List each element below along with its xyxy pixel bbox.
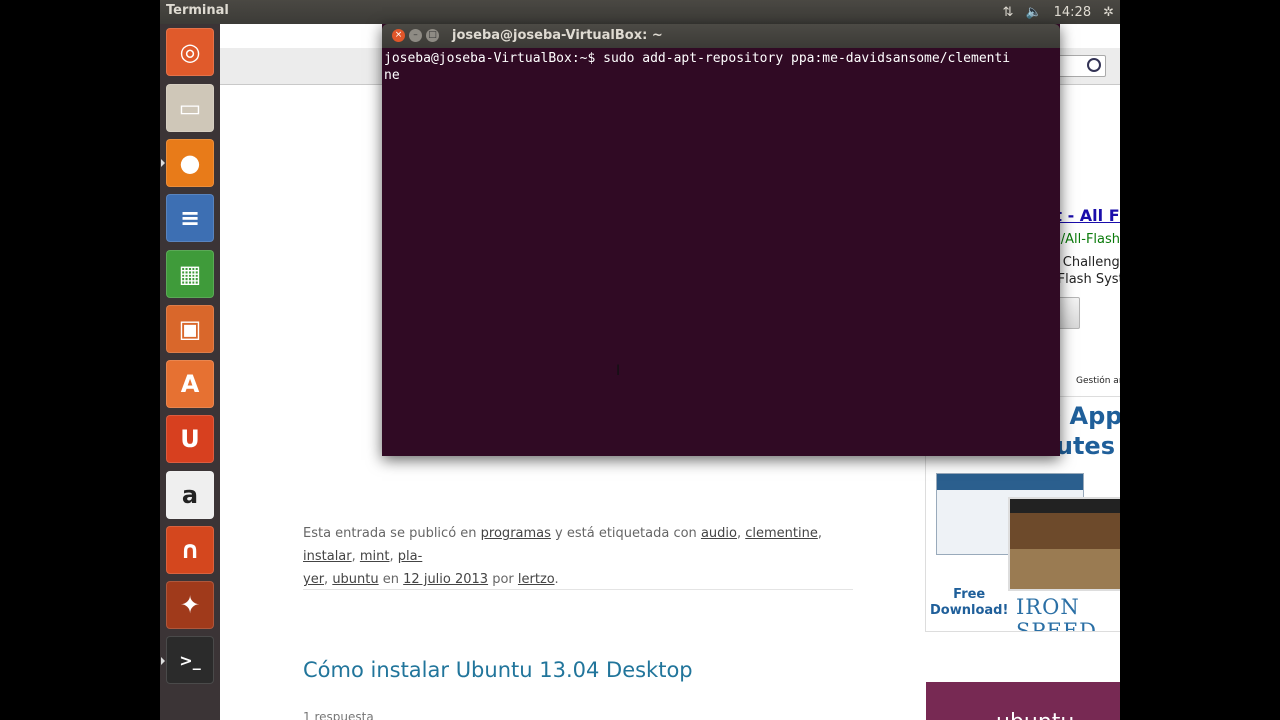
date-link[interactable]: 12 julio 2013 [403,572,488,587]
close-icon[interactable]: × [392,29,405,42]
terminal-titlebar[interactable]: × – □ joseba@joseba-VirtualBox: ~ [382,24,1060,48]
maximize-icon[interactable]: □ [426,29,439,42]
firefox-icon[interactable]: ● [166,139,214,187]
ad-screenshot [1008,497,1120,591]
terminal-title: joseba@joseba-VirtualBox: ~ [452,28,663,43]
ubuntu-one-music-icon[interactable]: ∩ [166,526,214,574]
search-icon[interactable] [1087,58,1101,72]
post-divider [303,589,853,590]
meta-text: . [554,572,559,587]
ad-free-download: Free Download! [930,587,1008,619]
libreoffice-impress-icon[interactable]: ▣ [166,305,214,353]
replies-link[interactable]: 1 respuesta [303,710,374,720]
tag-link[interactable]: instalar [303,549,352,564]
terminal-icon[interactable]: >_ [166,636,214,684]
ubuntu-logo-text: ubuntu [996,710,1074,720]
tag-link[interactable]: clementine [745,526,818,541]
ironspeed-logo: IRON SPEED [1016,595,1098,632]
desktop: oogle ⇩ Maximize It - All Flash www.HDS.… [160,0,1120,720]
ad-choices-link[interactable]: Gestión anuncios ▷ [1076,376,1120,386]
amazon-icon[interactable]: a [166,471,214,519]
network-icon[interactable]: ⇅ [1003,5,1014,20]
meta-text: en [382,572,400,587]
download-icon[interactable]: ⇩ [1119,55,1120,76]
terminal-line: joseba@joseba-VirtualBox:~$ sudo add-apt… [384,51,1011,66]
post-meta: Esta entrada se publicó en programas y e… [303,526,822,587]
tag-link[interactable]: mint [360,549,390,564]
terminal-window[interactable]: × – □ joseba@joseba-VirtualBox: ~ joseba… [382,24,1060,456]
terminal-output[interactable]: joseba@joseba-VirtualBox:~$ sudo add-apt… [384,50,1058,450]
tag-link[interactable]: audio [701,526,737,541]
dash-home-icon[interactable]: ◎ [166,28,214,76]
terminal-pip [161,657,165,665]
tag-link[interactable]: pla- [398,549,423,564]
post-title-link[interactable]: Cómo instalar Ubuntu 13.04 Desktop [303,658,693,682]
ad-free-line: Free [953,587,986,602]
libreoffice-writer-icon[interactable]: ≡ [166,194,214,242]
text-cursor-icon: I [616,363,621,379]
ad-choices-label: Gestión anuncios [1076,376,1120,386]
gear-icon[interactable]: ✲ [1103,5,1114,20]
system-settings-icon[interactable]: ✦ [166,581,214,629]
tag-link[interactable]: yer [303,572,324,587]
firefox-pip [161,159,165,167]
ubuntu-one-icon[interactable]: U [166,415,214,463]
minimize-icon[interactable]: – [409,29,422,42]
meta-text: Esta entrada se publicó en [303,526,477,541]
category-link[interactable]: programas [481,526,551,541]
file-manager-icon[interactable]: ▭ [166,84,214,132]
active-app-title: Terminal [166,3,229,18]
meta-text: por [492,572,514,587]
top-panel: Terminal ⇅ 🔈 14:28 ✲ [160,0,1120,24]
libreoffice-calc-icon[interactable]: ▦ [166,250,214,298]
launcher: ◎ ▭ ● ≡ ▦ ▣ A Ua ∩ ✦ >_ [160,24,220,720]
terminal-line: ne [384,68,400,83]
ad-free-line: Download! [930,603,1009,618]
volume-icon[interactable]: 🔈 [1025,5,1041,20]
author-link[interactable]: lertzo [518,572,555,587]
software-center-icon[interactable]: A [166,360,214,408]
meta-text: y está etiquetada con [555,526,697,541]
tag-link[interactable]: ubuntu [332,572,378,587]
clock[interactable]: 14:28 [1054,5,1091,20]
system-tray: ⇅ 🔈 14:28 ✲ [1003,0,1120,24]
ubuntu-banner[interactable]: ubuntu [926,682,1120,720]
